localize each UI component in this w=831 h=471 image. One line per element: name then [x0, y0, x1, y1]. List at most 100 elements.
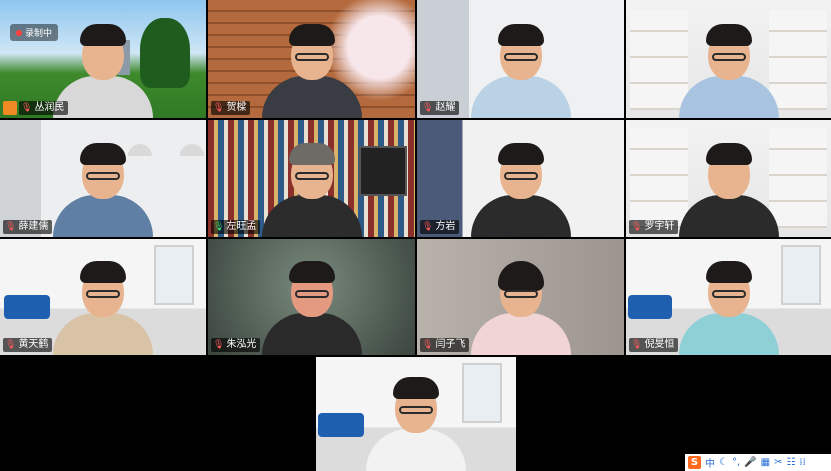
video-tile-7[interactable]: 🎙 方岩 [417, 120, 624, 237]
glasses [503, 290, 538, 298]
glasses [294, 53, 329, 61]
video-tile-10[interactable]: 🎙 朱泓光 [208, 239, 415, 355]
glasses [86, 172, 120, 180]
mic-muted-icon[interactable]: 🎙 [422, 220, 433, 234]
mic-muted-icon[interactable]: 🎙 [631, 338, 642, 352]
hair [497, 261, 544, 291]
ime-menu-icon[interactable]: ⁞⁞ [799, 457, 805, 468]
glasses [399, 406, 433, 414]
shirt [470, 76, 571, 118]
participant-name-tag: 🎙 丛润民 [19, 101, 69, 115]
hair [288, 261, 335, 283]
video-tile-3[interactable]: 🎙 赵耀 [417, 0, 624, 118]
participant-video [366, 375, 466, 471]
participant-name-tag: 🎙 黄天鹤 [3, 338, 53, 352]
shirt [53, 195, 153, 237]
hair [705, 261, 752, 283]
participant-name-tag: 🎙 方岩 [420, 220, 460, 234]
sofa [4, 295, 50, 319]
hair [80, 261, 126, 283]
mic-muted-icon[interactable]: 🎙 [5, 220, 16, 234]
participant-name-tag: 🎙 倪旻恒 [629, 338, 679, 352]
video-tile-6[interactable]: 🎙 左旺孟 [208, 120, 415, 237]
video-tile-1[interactable]: 录制中 🎙 丛润民 [0, 0, 206, 118]
shirt [261, 313, 362, 355]
video-tile-13[interactable] [316, 357, 516, 471]
mic-muted-icon[interactable]: 🎙 [21, 101, 32, 115]
ime-skin-icon[interactable]: ☷ [786, 457, 795, 468]
hair [497, 143, 544, 165]
glasses [711, 53, 746, 61]
video-tile-11[interactable]: 🎙 闫子飞 [417, 239, 624, 355]
hair [497, 24, 544, 46]
mic-muted-icon[interactable]: 🎙 [631, 220, 642, 234]
video-tile-5[interactable]: 🎙 薛建儒 [0, 120, 206, 237]
video-tile-4-active-speaker[interactable] [626, 0, 831, 118]
hair [288, 24, 335, 46]
participant-video [470, 141, 571, 237]
participant-name-tag: 🎙 左旺孟 [211, 220, 261, 234]
window [781, 245, 821, 305]
video-tile-8[interactable]: 🎙 罗宇轩 [626, 120, 831, 237]
participant-video [53, 259, 153, 355]
participant-name-tag: 🎙 闫子飞 [420, 338, 470, 352]
shirt [366, 429, 466, 471]
video-tile-9[interactable]: 🎙 黄天鹤 [0, 239, 206, 355]
mic-muted-icon[interactable]: 🎙 [5, 338, 16, 352]
hair [705, 24, 752, 46]
hair [393, 377, 439, 399]
shirt [678, 195, 779, 237]
glasses [294, 290, 329, 298]
glasses [294, 172, 329, 180]
participant-video [261, 259, 362, 355]
glasses [86, 290, 120, 298]
participant-name-tag: 🎙 薛建儒 [3, 220, 53, 234]
ime-mic-icon[interactable]: 🎤 [744, 457, 756, 468]
glasses [711, 290, 746, 298]
shirt [53, 313, 153, 355]
ime-moon-icon[interactable]: ☾ [719, 457, 728, 468]
participant-video [678, 22, 779, 118]
mic-muted-icon[interactable]: 🎙 [213, 101, 224, 115]
shirt [678, 313, 779, 355]
mic-muted-icon[interactable]: 🎙 [422, 101, 433, 115]
sofa [318, 413, 364, 437]
participant-video [53, 141, 153, 237]
recording-indicator: 录制中 [10, 24, 59, 41]
ime-punctuation-icon[interactable]: °, [732, 457, 740, 468]
hair [705, 143, 752, 165]
glasses [503, 172, 538, 180]
glasses [503, 53, 538, 61]
ime-toolbar[interactable]: S 中 ☾ °, 🎤 ▦ ✂ ☷ ⁞⁞ [685, 454, 831, 471]
participant-video [678, 259, 779, 355]
shirt [678, 76, 779, 118]
participant-name-tag: 🎙 贺樑 [211, 101, 251, 115]
ime-scissors-icon[interactable]: ✂ [774, 457, 782, 468]
video-tile-2[interactable]: 🎙 贺樑 [208, 0, 415, 118]
host-icon [3, 101, 17, 115]
participant-video [261, 141, 362, 237]
participant-video [678, 141, 779, 237]
record-dot-icon [16, 30, 22, 36]
video-tile-12[interactable]: 🎙 倪旻恒 [626, 239, 831, 355]
participant-name-tag: 🎙 罗宇轩 [629, 220, 679, 234]
picture-frame [359, 146, 407, 196]
shirt [261, 76, 362, 118]
ime-chinese-mode[interactable]: 中 [705, 455, 715, 470]
mic-muted-icon[interactable]: 🎙 [422, 338, 433, 352]
sofa [628, 295, 672, 319]
window [154, 245, 194, 305]
ime-keyboard-icon[interactable]: ▦ [761, 457, 770, 468]
mic-on-icon[interactable]: 🎙 [213, 220, 224, 234]
hair [288, 143, 335, 165]
hair [80, 143, 126, 165]
sogou-logo-icon[interactable]: S [688, 456, 701, 469]
participant-video [261, 22, 362, 118]
mic-muted-icon[interactable]: 🎙 [213, 338, 224, 352]
shirt [470, 313, 571, 355]
participant-video [470, 22, 571, 118]
hair [80, 24, 126, 46]
participant-name-tag: 🎙 朱泓光 [211, 338, 261, 352]
participant-name-tag: 🎙 赵耀 [420, 101, 460, 115]
shirt [470, 195, 571, 237]
